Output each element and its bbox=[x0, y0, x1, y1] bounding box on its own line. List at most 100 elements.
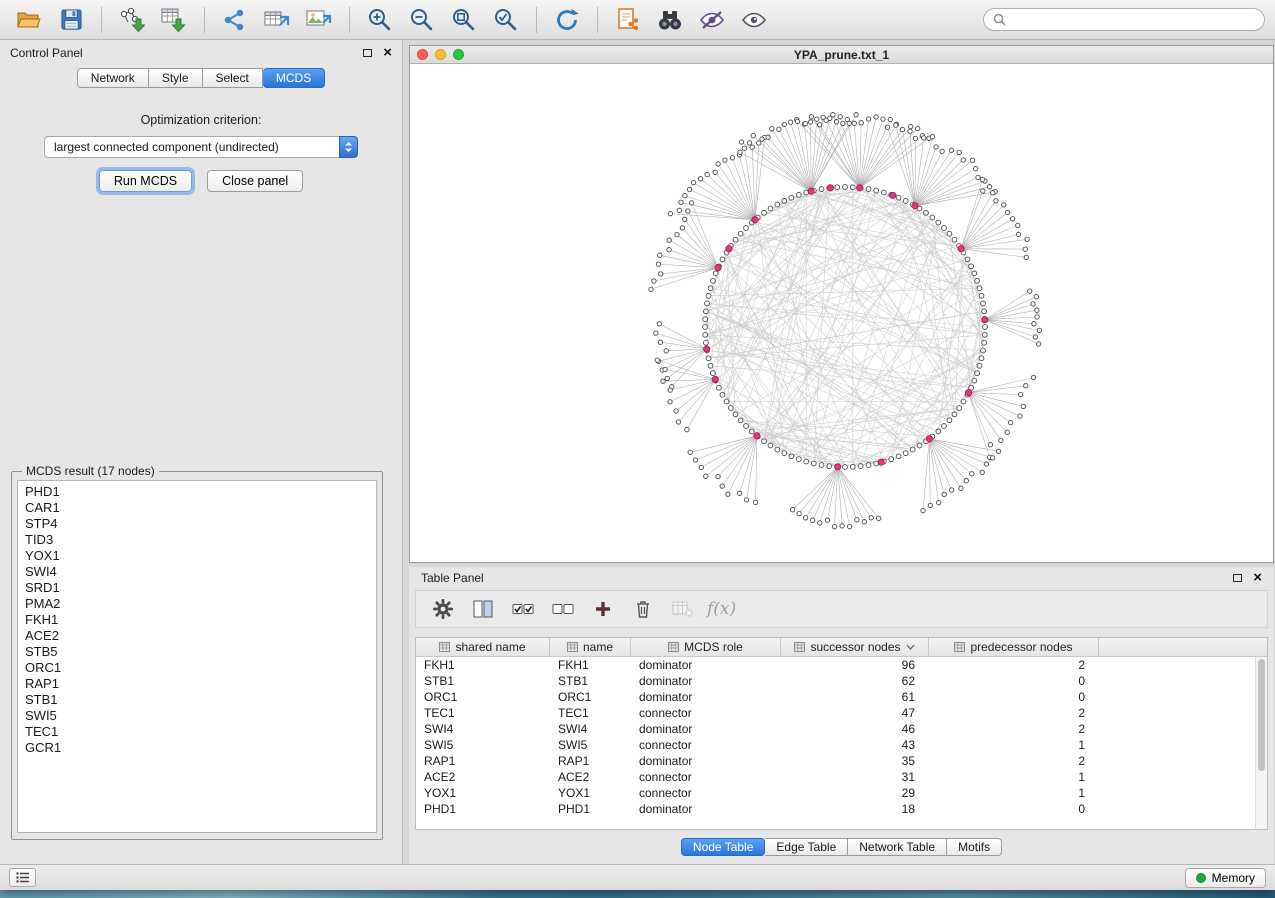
select-all-button[interactable] bbox=[504, 594, 541, 624]
network-window-titlebar[interactable]: YPA_prune.txt_1 bbox=[410, 46, 1273, 64]
column-layout-button[interactable] bbox=[464, 594, 501, 624]
table-row[interactable]: ACE2ACE2connector311 bbox=[416, 769, 1267, 785]
table-cell: 0 bbox=[929, 801, 1099, 817]
mcds-result-item[interactable]: PHD1 bbox=[18, 484, 376, 500]
column-grid-icon bbox=[794, 642, 805, 652]
table-toolbar-icons bbox=[424, 594, 701, 624]
show-hide-button[interactable] bbox=[735, 5, 773, 35]
table-cell-filler bbox=[1099, 801, 1255, 817]
table-cell: dominator bbox=[631, 753, 781, 769]
share-document-button[interactable] bbox=[609, 5, 647, 35]
column-grid-icon bbox=[668, 642, 679, 652]
mcds-result-item[interactable]: TID3 bbox=[18, 532, 376, 548]
apply-layout-button[interactable] bbox=[548, 5, 586, 35]
mcds-result-item[interactable]: RAP1 bbox=[18, 676, 376, 692]
table-row[interactable]: PHD1PHD1dominator180 bbox=[416, 801, 1267, 817]
float-table-panel-icon[interactable] bbox=[1233, 574, 1242, 582]
close-panel-icon[interactable]: × bbox=[383, 48, 392, 58]
mcds-result-item[interactable]: STP4 bbox=[18, 516, 376, 532]
table-cell: 61 bbox=[781, 689, 929, 705]
tab-edge-table[interactable]: Edge Table bbox=[765, 838, 848, 856]
table-toolbar: f(x) bbox=[415, 590, 1268, 628]
mcds-result-item[interactable]: SWI5 bbox=[18, 708, 376, 724]
tab-network-table[interactable]: Network Table bbox=[848, 838, 947, 856]
mcds-result-item[interactable]: SWI4 bbox=[18, 564, 376, 580]
right-workspace: YPA_prune.txt_1 Table Panel × f(x) share… bbox=[408, 40, 1275, 864]
column-header-name[interactable]: name bbox=[550, 638, 631, 656]
apply-layout-icon bbox=[554, 7, 580, 33]
column-grid-icon bbox=[567, 642, 578, 652]
settings-gear-button[interactable] bbox=[424, 594, 461, 624]
window-maximize-icon[interactable] bbox=[453, 49, 464, 60]
mcds-result-item[interactable]: ACE2 bbox=[18, 628, 376, 644]
table-row[interactable]: FKH1FKH1dominator962 bbox=[416, 657, 1267, 673]
export-image-button[interactable] bbox=[300, 5, 338, 35]
float-panel-icon[interactable] bbox=[363, 49, 372, 57]
close-panel-button[interactable]: Close panel bbox=[207, 170, 303, 192]
open-file-button[interactable] bbox=[10, 5, 48, 35]
mcds-result-item[interactable]: STB1 bbox=[18, 692, 376, 708]
find-button[interactable] bbox=[651, 5, 689, 35]
mcds-result-item[interactable]: GCR1 bbox=[18, 740, 376, 756]
table-panel-title: Table Panel bbox=[421, 571, 484, 585]
tab-node-table[interactable]: Node Table bbox=[681, 838, 766, 856]
delete-column-button[interactable] bbox=[624, 594, 661, 624]
search-box[interactable] bbox=[983, 8, 1265, 31]
import-table-button[interactable] bbox=[155, 5, 193, 35]
table-row[interactable]: ORC1ORC1dominator610 bbox=[416, 689, 1267, 705]
table-row[interactable]: YOX1YOX1connector291 bbox=[416, 785, 1267, 801]
window-close-icon[interactable] bbox=[417, 49, 428, 60]
mcds-result-item[interactable]: YOX1 bbox=[18, 548, 376, 564]
deselect-all-button[interactable] bbox=[544, 594, 581, 624]
run-mcds-button[interactable]: Run MCDS bbox=[99, 170, 192, 192]
mcds-result-item[interactable]: SRD1 bbox=[18, 580, 376, 596]
import-network-button[interactable] bbox=[113, 5, 151, 35]
table-row[interactable]: SWI5SWI5connector431 bbox=[416, 737, 1267, 753]
network-canvas[interactable] bbox=[410, 64, 1273, 562]
scrollbar-thumb[interactable] bbox=[1258, 659, 1265, 771]
search-input[interactable] bbox=[1012, 13, 1255, 27]
zoom-out-button[interactable] bbox=[403, 5, 441, 35]
table-row[interactable]: RAP1RAP1dominator352 bbox=[416, 753, 1267, 769]
criterion-dropdown[interactable]: largest connected component (undirected) bbox=[44, 136, 358, 158]
mcds-result-item[interactable]: PMA2 bbox=[18, 596, 376, 612]
add-column-button[interactable] bbox=[584, 594, 621, 624]
zoom-in-button[interactable] bbox=[361, 5, 399, 35]
mcds-result-item[interactable]: FKH1 bbox=[18, 612, 376, 628]
column-header-label: name bbox=[583, 640, 613, 654]
table-row[interactable]: TEC1TEC1connector472 bbox=[416, 705, 1267, 721]
close-table-panel-icon[interactable]: × bbox=[1253, 573, 1262, 583]
mcds-result-item[interactable]: ORC1 bbox=[18, 660, 376, 676]
zoom-selected-button[interactable] bbox=[487, 5, 525, 35]
tab-mcds[interactable]: MCDS bbox=[263, 68, 325, 88]
network-graph[interactable] bbox=[410, 64, 1273, 562]
column-header-successor-nodes[interactable]: successor nodes bbox=[781, 638, 929, 656]
window-minimize-icon[interactable] bbox=[435, 49, 446, 60]
deselect-all-icon bbox=[552, 601, 574, 617]
memory-button[interactable]: Memory bbox=[1185, 868, 1266, 888]
column-header-shared-name[interactable]: shared name bbox=[416, 638, 550, 656]
mcds-result-item[interactable]: STB5 bbox=[18, 644, 376, 660]
search-icon bbox=[993, 13, 1006, 26]
table-scrollbar[interactable] bbox=[1255, 657, 1267, 829]
zoom-in-icon bbox=[367, 7, 393, 33]
tab-style[interactable]: Style bbox=[149, 68, 203, 88]
column-header-filler bbox=[1099, 638, 1255, 656]
save-session-button[interactable] bbox=[52, 5, 90, 35]
export-table-button[interactable] bbox=[258, 5, 296, 35]
column-header-predecessor-nodes[interactable]: predecessor nodes bbox=[929, 638, 1099, 656]
mcds-result-item[interactable]: CAR1 bbox=[18, 500, 376, 516]
mcds-result-item[interactable]: TEC1 bbox=[18, 724, 376, 740]
export-network-button[interactable] bbox=[216, 5, 254, 35]
tab-select[interactable]: Select bbox=[203, 68, 263, 88]
table-row[interactable]: STB1STB1dominator620 bbox=[416, 673, 1267, 689]
table-cell: 2 bbox=[929, 657, 1099, 673]
mcds-result-list[interactable]: PHD1CAR1STP4TID3YOX1SWI4SRD1PMA2FKH1ACE2… bbox=[17, 480, 377, 833]
network-analyzer-button[interactable] bbox=[693, 5, 731, 35]
tab-network[interactable]: Network bbox=[77, 68, 149, 88]
tab-motifs[interactable]: Motifs bbox=[947, 838, 1002, 856]
show-panels-button[interactable] bbox=[9, 868, 36, 887]
table-row[interactable]: SWI4SWI4dominator462 bbox=[416, 721, 1267, 737]
zoom-fit-button[interactable] bbox=[445, 5, 483, 35]
column-header-MCDS-role[interactable]: MCDS role bbox=[631, 638, 781, 656]
